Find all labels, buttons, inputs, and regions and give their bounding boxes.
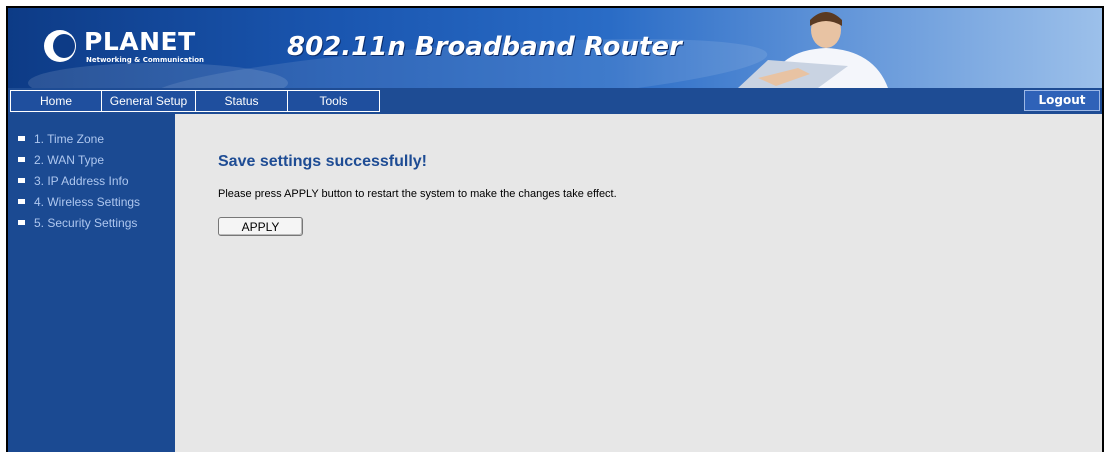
- sidebar-item-label: 5. Security Settings: [34, 215, 138, 230]
- header-banner: PLANET Networking & Communication 802.11…: [8, 8, 1102, 88]
- bullet-icon: [18, 157, 25, 162]
- sidebar-item-label: 1. Time Zone: [34, 131, 105, 146]
- sidebar-item-label: 2. WAN Type: [34, 152, 105, 167]
- banner-decoration: [28, 63, 288, 88]
- planet-logo-icon: [44, 30, 76, 62]
- sidebar-item-label: 4. Wireless Settings: [34, 194, 141, 209]
- logout-button[interactable]: Logout: [1024, 90, 1100, 111]
- tab-tools[interactable]: Tools: [288, 90, 380, 112]
- sidebar-menu: 1. Time Zone 2. WAN Type 3. IP Address I…: [8, 114, 175, 233]
- apply-button[interactable]: APPLY: [218, 217, 303, 236]
- tab-status[interactable]: Status: [196, 90, 288, 112]
- sidebar: 1. Time Zone 2. WAN Type 3. IP Address I…: [8, 114, 175, 452]
- bullet-icon: [18, 136, 25, 141]
- person-with-laptop-image: [738, 12, 888, 88]
- sidebar-item-ip-address-info[interactable]: 3. IP Address Info: [8, 170, 175, 191]
- router-admin-window: PLANET Networking & Communication 802.11…: [6, 6, 1104, 452]
- logo-subtitle: Networking & Communication: [86, 56, 205, 64]
- bullet-icon: [18, 199, 25, 204]
- bullet-icon: [18, 178, 25, 183]
- sidebar-item-security-settings[interactable]: 5. Security Settings: [8, 212, 175, 233]
- instruction-text: Please press APPLY button to restart the…: [218, 188, 617, 200]
- top-navigation: Home General Setup Status Tools Logout: [8, 88, 1102, 114]
- sidebar-item-wireless-settings[interactable]: 4. Wireless Settings: [8, 191, 175, 212]
- tab-general-setup[interactable]: General Setup: [102, 90, 196, 112]
- nav-tabs: Home General Setup Status Tools: [10, 90, 380, 112]
- main-content: Save settings successfully! Please press…: [175, 114, 1102, 452]
- sidebar-item-time-zone[interactable]: 1. Time Zone: [8, 128, 175, 149]
- sidebar-item-label: 3. IP Address Info: [34, 173, 129, 188]
- tab-home[interactable]: Home: [10, 90, 102, 112]
- page-title: Save settings successfully!: [218, 153, 427, 170]
- logo-text: PLANET: [84, 27, 196, 56]
- bullet-icon: [18, 220, 25, 225]
- sidebar-item-wan-type[interactable]: 2. WAN Type: [8, 149, 175, 170]
- product-title: 802.11n Broadband Router: [287, 32, 682, 62]
